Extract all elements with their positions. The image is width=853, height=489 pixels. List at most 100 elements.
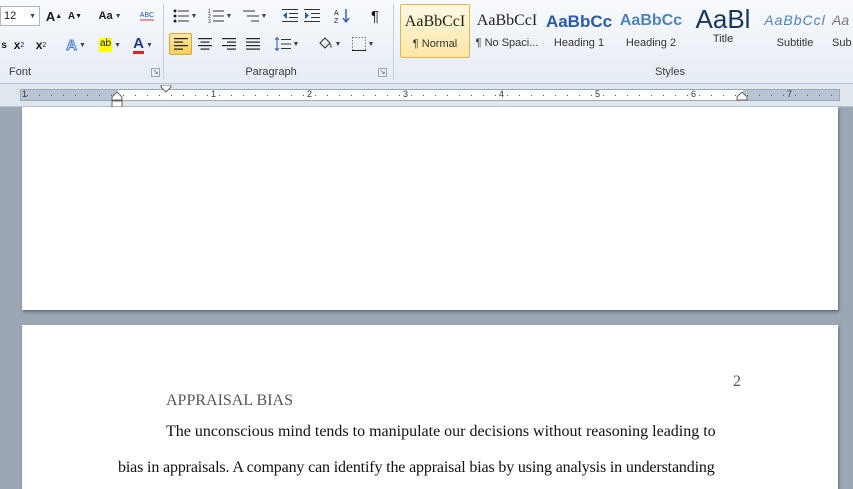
grow-font-button[interactable]: A ▲ [44, 5, 64, 27]
style-label: ¶ No Spaci... [475, 37, 539, 49]
ruler-dot [207, 95, 208, 96]
ruler-dot [267, 95, 268, 96]
ruler-dot [123, 95, 124, 96]
ruler-dot [627, 95, 628, 96]
paragraph-line: The unconscious mind tends to manipulate… [166, 423, 716, 440]
ruler-dot [807, 95, 808, 96]
running-header: APPRAISAL BIAS [166, 392, 293, 409]
document-page[interactable]: 2 APPRAISAL BIAS The unconscious mind te… [22, 325, 838, 489]
ruler-dot [591, 95, 592, 96]
font-dialog-launcher-icon[interactable]: ↘ [151, 68, 160, 77]
bullets-icon [173, 9, 189, 23]
font-color-icon: A [133, 34, 144, 54]
increase-indent-button[interactable] [302, 5, 322, 27]
text-effects-button[interactable]: A ▼ [62, 34, 90, 56]
multilevel-list-button[interactable]: ▼ [240, 5, 270, 27]
sort-icon: AZ [334, 9, 350, 24]
style-subtle-emphasis[interactable]: Aa Sub [832, 4, 853, 58]
ruler-dot [327, 95, 328, 96]
show-formatting-marks-button[interactable]: ¶ [364, 5, 386, 27]
bullets-button[interactable]: ▼ [170, 5, 200, 27]
svg-text:Z: Z [334, 18, 339, 24]
shrink-font-button[interactable]: A ▼ [66, 5, 84, 27]
style-title[interactable]: AaBl Title [688, 4, 758, 58]
ruler-dot [603, 95, 604, 96]
decrease-indent-button[interactable] [280, 5, 300, 27]
sort-button[interactable]: AZ [332, 5, 352, 27]
clear-formatting-button[interactable]: ABC [136, 5, 158, 27]
line-spacing-icon [274, 37, 291, 51]
ruler-dot [639, 95, 640, 96]
horizontal-ruler[interactable]: 1 1 2 3 4 5 6 7 [20, 89, 840, 101]
strikethrough-button[interactable]: s [0, 34, 8, 56]
ruler-number: 3 [403, 89, 409, 99]
ruler-dot [687, 95, 688, 96]
style-label: Subtitle [776, 37, 814, 49]
chevron-down-icon[interactable]: ▼ [29, 13, 36, 20]
ruler-dot [771, 95, 772, 96]
left-indent-marker-icon[interactable] [111, 92, 123, 108]
document-page[interactable] [22, 107, 838, 310]
style-label: Heading 1 [553, 37, 605, 49]
ruler-dot [723, 95, 724, 96]
align-left-icon [173, 38, 188, 50]
align-center-button[interactable] [194, 33, 216, 55]
first-line-indent-marker-icon[interactable] [160, 85, 172, 93]
paragraph-group-label: Paragraph [245, 66, 297, 78]
font-color-button[interactable]: A ▼ [128, 34, 158, 56]
right-indent-marker-icon[interactable] [736, 92, 748, 102]
numbering-icon: 123 [208, 9, 224, 23]
style-subtitle[interactable]: AaBbCcl Subtitle [760, 4, 830, 58]
pilcrow-icon: ¶ [370, 7, 380, 25]
font-size-field[interactable]: 12 ▼ [0, 6, 40, 26]
superscript-button[interactable]: x2 [32, 34, 50, 56]
ruler-dot [675, 95, 676, 96]
svg-text:3: 3 [208, 19, 211, 23]
ruler-dot [339, 95, 340, 96]
align-right-button[interactable] [218, 33, 240, 55]
style-sample: AaBbCc [545, 12, 613, 31]
change-case-icon: Aa [98, 10, 113, 22]
ruler-dot [783, 95, 784, 96]
clear-formatting-icon: ABC [139, 11, 155, 21]
ruler-dot [579, 95, 580, 96]
ruler-dot [435, 95, 436, 96]
ruler-dot [147, 95, 148, 96]
style-heading-2[interactable]: AaBbCc Heading 2 [616, 4, 686, 58]
ruler-dot [279, 95, 280, 96]
shading-button[interactable]: ▼ [314, 33, 344, 55]
borders-icon [351, 37, 366, 51]
style-sample: AaBbCcI [404, 13, 466, 30]
style-label: Heading 2 [625, 37, 677, 49]
justify-button[interactable] [242, 33, 264, 55]
ruler-dot [795, 95, 796, 96]
paint-bucket-icon [318, 37, 332, 49]
borders-button[interactable]: ▼ [348, 33, 378, 55]
ruler-dot [183, 95, 184, 96]
style-sample: AaBbCcI [476, 12, 538, 29]
style-heading-1[interactable]: AaBbCc Heading 1 [544, 4, 614, 58]
ruler-dot [663, 95, 664, 96]
ruler-dot [495, 95, 496, 96]
font-group-label: Font [8, 66, 31, 78]
ruler-dot [831, 95, 832, 96]
change-case-button[interactable]: Aa ▼ [94, 5, 126, 27]
ruler-dot [423, 95, 424, 96]
paragraph-dialog-launcher-icon[interactable]: ↘ [378, 68, 387, 77]
style-no-spacing[interactable]: AaBbCcI ¶ No Spaci... [472, 4, 542, 58]
ruler-dot [555, 95, 556, 96]
ruler-dot [231, 95, 232, 96]
ruler-dot [615, 95, 616, 96]
numbering-button[interactable]: 1 2 3 ▼ [204, 5, 236, 27]
align-left-button[interactable] [169, 33, 192, 55]
line-spacing-button[interactable]: ▼ [272, 33, 302, 55]
ruler-dot [291, 95, 292, 96]
ruler-dot [87, 95, 88, 96]
ruler-dot [159, 95, 160, 96]
justify-icon [246, 38, 260, 50]
subscript-button[interactable]: x2 [10, 34, 28, 56]
style-normal[interactable]: AaBbCcI ¶ Normal [400, 4, 470, 58]
highlight-button[interactable]: ab ▼ [94, 34, 126, 56]
ruler-dot [135, 95, 136, 96]
decrease-indent-icon [282, 9, 298, 22]
